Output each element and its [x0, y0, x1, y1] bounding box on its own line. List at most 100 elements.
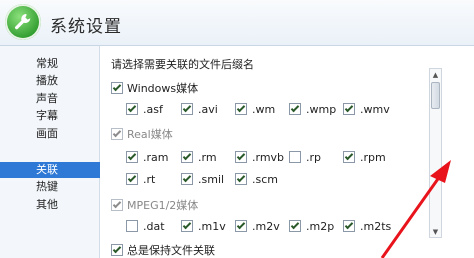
checkbox[interactable] — [126, 220, 138, 232]
checkbox[interactable] — [343, 103, 355, 115]
ext-label: .rm — [198, 150, 217, 164]
group-windows-media[interactable]: Windows媒体 — [111, 80, 198, 96]
checkbox[interactable] — [126, 151, 138, 163]
group-label: MPEG1/2媒体 — [127, 199, 199, 212]
always-keep-association[interactable]: 总是保持文件关联 — [111, 242, 215, 258]
check-icon — [127, 173, 137, 183]
scroll-up-icon[interactable]: ▲ — [430, 69, 441, 80]
wrench-icon — [5, 4, 41, 40]
ext-label: .scm — [252, 172, 278, 186]
ext-dat[interactable]: .dat — [126, 218, 165, 234]
scroll-thumb[interactable] — [431, 82, 440, 109]
check-icon — [236, 173, 246, 183]
sidebar-item-hotkeys[interactable]: 热键 — [0, 179, 100, 195]
check-icon — [236, 151, 246, 161]
ext-scm[interactable]: .scm — [235, 171, 278, 187]
ext-rt[interactable]: .rt — [126, 171, 155, 187]
prompt-text: 请选择需要关联的文件后缀名 — [111, 58, 254, 71]
group-mpeg-media[interactable]: MPEG1/2媒体 — [111, 197, 198, 213]
sidebar-item-other[interactable]: 其他 — [0, 197, 100, 213]
ext-label: .wmp — [306, 102, 337, 116]
ext-label: .m2v — [252, 219, 280, 233]
ext-label: .avi — [198, 102, 218, 116]
ext-label: .wmv — [360, 102, 390, 116]
checkbox[interactable] — [289, 151, 301, 163]
ext-m2v[interactable]: .m2v — [235, 218, 280, 234]
sidebar-item-association[interactable]: 关联 — [0, 162, 100, 178]
checkbox[interactable] — [289, 103, 301, 115]
ext-rp[interactable]: .rp — [289, 149, 321, 165]
scroll-down-icon[interactable]: ▼ — [430, 226, 441, 237]
window-title: 系统设置 — [50, 17, 122, 37]
sidebar: 常规 播放 声音 字幕 画面 关联 热键 其他 — [0, 46, 100, 258]
ext-label: .m1v — [198, 219, 226, 233]
sidebar-item-general[interactable]: 常规 — [0, 56, 100, 72]
ext-label: .ram — [143, 150, 169, 164]
ext-m1v[interactable]: .m1v — [181, 218, 226, 234]
title-bar: 系统设置 — [0, 0, 474, 46]
ext-label: .m2ts — [360, 219, 392, 233]
ext-rmvb[interactable]: .rmvb — [235, 149, 284, 165]
checkbox[interactable] — [181, 151, 193, 163]
ext-wmp[interactable]: .wmp — [289, 101, 336, 117]
ext-label: .rpm — [360, 150, 386, 164]
checkbox[interactable] — [235, 103, 247, 115]
check-icon — [236, 220, 246, 230]
check-icon — [182, 151, 192, 161]
vertical-scrollbar[interactable]: ▲ ▼ — [429, 68, 442, 238]
group-real-media[interactable]: Real媒体 — [111, 126, 173, 142]
check-icon — [112, 199, 122, 209]
ext-label: .m2p — [306, 219, 335, 233]
check-icon — [290, 220, 300, 230]
ext-label: .rmvb — [252, 150, 285, 164]
checkbox[interactable] — [181, 173, 193, 185]
ext-asf[interactable]: .asf — [126, 101, 163, 117]
ext-wm[interactable]: .wm — [235, 101, 275, 117]
ext-rpm[interactable]: .rpm — [343, 149, 386, 165]
checkbox[interactable] — [111, 244, 123, 256]
checkbox[interactable] — [126, 103, 138, 115]
check-icon — [344, 220, 354, 230]
checkbox[interactable] — [343, 220, 355, 232]
check-icon — [182, 220, 192, 230]
ext-label: .dat — [143, 219, 165, 233]
check-icon — [127, 151, 137, 161]
checkbox[interactable] — [181, 220, 193, 232]
checkbox[interactable] — [126, 173, 138, 185]
checkbox[interactable] — [235, 220, 247, 232]
group-label: Windows媒体 — [127, 82, 199, 95]
sidebar-item-playback[interactable]: 播放 — [0, 73, 100, 89]
check-icon — [112, 244, 122, 254]
checkbox[interactable] — [111, 128, 123, 140]
ext-ram[interactable]: .ram — [126, 149, 168, 165]
sidebar-item-video[interactable]: 画面 — [0, 126, 100, 142]
checkbox[interactable] — [181, 103, 193, 115]
ext-label: .asf — [143, 102, 163, 116]
ext-avi[interactable]: .avi — [181, 101, 218, 117]
check-icon — [344, 103, 354, 113]
ext-wmv[interactable]: .wmv — [343, 101, 390, 117]
check-icon — [182, 103, 192, 113]
checkbox[interactable] — [343, 151, 355, 163]
sidebar-item-subtitles[interactable]: 字幕 — [0, 108, 100, 124]
checkbox[interactable] — [111, 82, 123, 94]
check-icon — [290, 103, 300, 113]
checkbox[interactable] — [235, 151, 247, 163]
ext-label: .rp — [306, 150, 322, 164]
checkbox[interactable] — [289, 220, 301, 232]
checkbox[interactable] — [235, 173, 247, 185]
ext-m2ts[interactable]: .m2ts — [343, 218, 391, 234]
ext-rm[interactable]: .rm — [181, 149, 217, 165]
check-icon — [112, 128, 122, 138]
ext-label: .smil — [198, 172, 225, 186]
ext-label: .wm — [252, 102, 276, 116]
sidebar-item-audio[interactable]: 声音 — [0, 91, 100, 107]
checkbox[interactable] — [111, 199, 123, 211]
ext-label: .rt — [143, 172, 156, 186]
always-keep-label: 总是保持文件关联 — [127, 244, 215, 257]
check-icon — [236, 103, 246, 113]
check-icon — [112, 82, 122, 92]
ext-smil[interactable]: .smil — [181, 171, 224, 187]
ext-m2p[interactable]: .m2p — [289, 218, 334, 234]
association-panel: 请选择需要关联的文件后缀名 Windows媒体 .asf .avi .wm .w… — [101, 46, 474, 258]
